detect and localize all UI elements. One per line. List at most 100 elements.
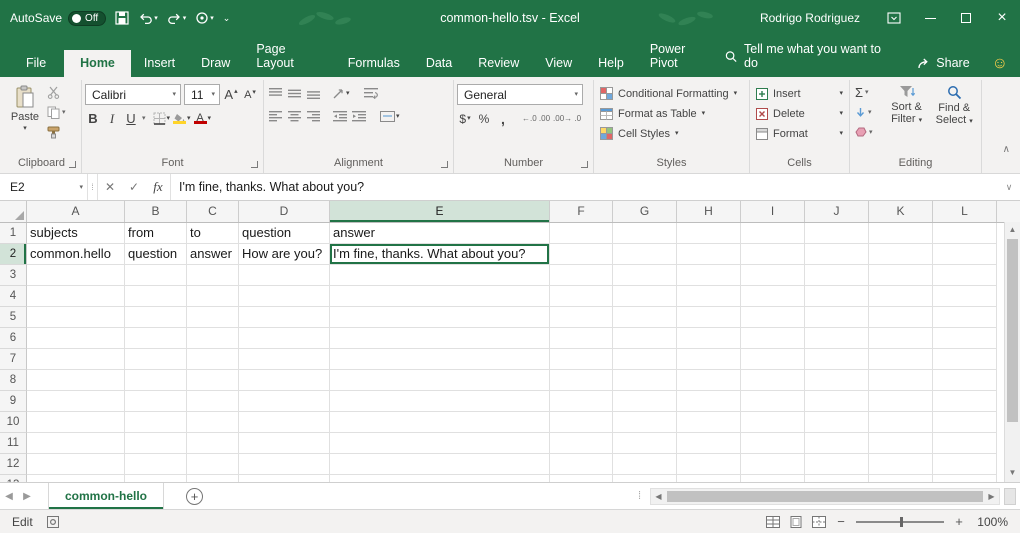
row-header-7[interactable]: 7 [0,349,27,370]
cell-A7[interactable] [27,349,125,370]
cell-G2[interactable] [613,244,677,265]
page-layout-view-button[interactable] [789,516,803,528]
cell-I10[interactable] [741,412,805,433]
cell-F11[interactable] [550,433,613,454]
cell-D12[interactable] [239,454,330,475]
cell-E3[interactable] [330,265,550,286]
underline-button[interactable]: U [123,109,139,128]
cell-J2[interactable] [805,244,869,265]
cell-D2[interactable]: How are you? [239,244,330,265]
cell-A3[interactable] [27,265,125,286]
row-header-2[interactable]: 2 [0,244,27,265]
ribbon-display-options-button[interactable] [876,0,912,36]
cell-K9[interactable] [869,391,933,412]
cell-F6[interactable] [550,328,613,349]
cell-G11[interactable] [613,433,677,454]
sheet-tab-common-hello[interactable]: common-hello [48,483,164,509]
cell-H1[interactable] [677,223,741,244]
cell-L9[interactable] [933,391,997,412]
cell-A6[interactable] [27,328,125,349]
cell-K13[interactable] [869,475,933,482]
page-break-view-button[interactable] [812,516,826,528]
tab-review[interactable]: Review [465,50,532,77]
font-color-button[interactable]: A▾ [194,109,212,128]
cell-J6[interactable] [805,328,869,349]
vertical-scroll-thumb[interactable] [1007,239,1018,422]
zoom-slider[interactable] [856,521,944,523]
scroll-up-icon[interactable]: ▲ [1009,222,1017,237]
cell-G4[interactable] [613,286,677,307]
column-header-G[interactable]: G [613,201,677,222]
align-right-button[interactable] [305,107,321,126]
tab-insert[interactable]: Insert [131,50,188,77]
cell-C3[interactable] [187,265,239,286]
increase-indent-button[interactable] [351,107,367,126]
cell-B6[interactable] [125,328,187,349]
cell-I4[interactable] [741,286,805,307]
minimize-button[interactable] [912,0,948,36]
cell-K5[interactable] [869,307,933,328]
cell-D9[interactable] [239,391,330,412]
cell-H6[interactable] [677,328,741,349]
cell-I9[interactable] [741,391,805,412]
insert-function-button[interactable]: fx [146,174,170,200]
cell-K12[interactable] [869,454,933,475]
cell-I3[interactable] [741,265,805,286]
center-button[interactable] [286,107,302,126]
share-button[interactable]: Share [917,56,969,77]
zoom-level[interactable]: 100% [974,515,1008,529]
cell-G5[interactable] [613,307,677,328]
tab-file[interactable]: File [8,50,64,77]
cell-A4[interactable] [27,286,125,307]
tab-power-pivot[interactable]: Power Pivot [637,36,725,77]
add-sheet-button[interactable]: + [186,488,203,505]
feedback-smiley-icon[interactable]: ☺ [992,56,1008,77]
cell-F9[interactable] [550,391,613,412]
cell-F5[interactable] [550,307,613,328]
cell-L6[interactable] [933,328,997,349]
row-header-9[interactable]: 9 [0,391,27,412]
cell-L7[interactable] [933,349,997,370]
decrease-decimal-button[interactable]: .00→ .0 [553,109,581,128]
tab-formulas[interactable]: Formulas [335,50,413,77]
cell-L3[interactable] [933,265,997,286]
top-align-button[interactable] [267,84,283,103]
cell-F3[interactable] [550,265,613,286]
cell-H7[interactable] [677,349,741,370]
cell-E10[interactable] [330,412,550,433]
cell-G8[interactable] [613,370,677,391]
cell-K10[interactable] [869,412,933,433]
cell-H12[interactable] [677,454,741,475]
column-header-F[interactable]: F [550,201,613,222]
cancel-button[interactable]: ✕ [98,174,122,200]
cell-A13[interactable] [27,475,125,482]
cell-C6[interactable] [187,328,239,349]
cell-A2[interactable]: common.hello [27,244,125,265]
cell-D1[interactable]: question [239,223,330,244]
cell-D8[interactable] [239,370,330,391]
cell-H2[interactable] [677,244,741,265]
column-header-C[interactable]: C [187,201,239,222]
cell-A9[interactable] [27,391,125,412]
cell-J10[interactable] [805,412,869,433]
clipboard-dialog-launcher[interactable] [69,161,76,168]
cell-I13[interactable] [741,475,805,482]
font-name-combo[interactable]: Calibri▾ [85,84,181,105]
cell-K4[interactable] [869,286,933,307]
align-left-button[interactable] [267,107,283,126]
cell-G7[interactable] [613,349,677,370]
cell-F8[interactable] [550,370,613,391]
cell-F2[interactable] [550,244,613,265]
increase-font-size-button[interactable]: A▴ [223,85,239,104]
horizontal-scrollbar[interactable]: ◀ ▶ [650,488,1000,505]
cell-K2[interactable] [869,244,933,265]
cell-F12[interactable] [550,454,613,475]
cell-G3[interactable] [613,265,677,286]
accounting-format-button[interactable]: $▾ [457,109,473,128]
cell-J4[interactable] [805,286,869,307]
cell-B10[interactable] [125,412,187,433]
cell-C12[interactable] [187,454,239,475]
cell-D11[interactable] [239,433,330,454]
cell-C4[interactable] [187,286,239,307]
cell-styles-button[interactable]: Cell Styles▾ [597,124,746,143]
